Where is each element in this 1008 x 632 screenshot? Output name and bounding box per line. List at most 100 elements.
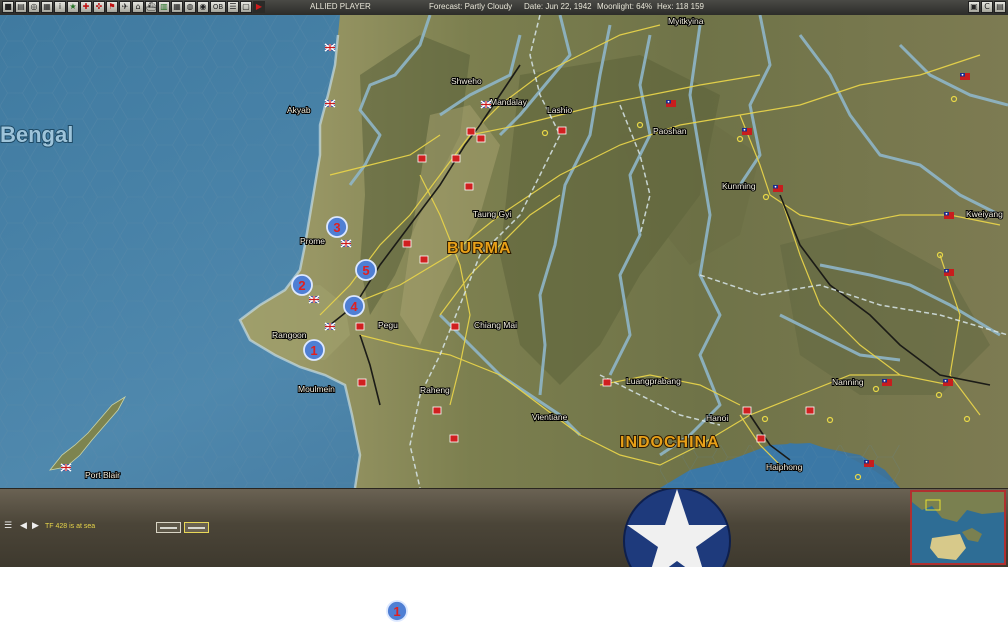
base-marker[interactable] bbox=[450, 322, 460, 331]
map-marker-3[interactable]: 3 bbox=[326, 216, 348, 238]
uk-flag-icon[interactable] bbox=[60, 463, 72, 472]
place-label: Mandalay bbox=[490, 97, 528, 107]
base-marker[interactable] bbox=[476, 134, 486, 143]
base-icon[interactable]: ⌂ bbox=[132, 1, 144, 13]
china-flag-icon[interactable] bbox=[864, 460, 874, 467]
china-flag-icon[interactable] bbox=[882, 379, 892, 386]
region-label-burma: BURMA bbox=[447, 240, 512, 257]
place-label: Nanning bbox=[832, 377, 864, 387]
grid-icon[interactable]: ▦ bbox=[171, 1, 183, 13]
svg-text:4: 4 bbox=[350, 299, 358, 314]
uk-flag-icon[interactable] bbox=[324, 99, 336, 108]
print-icon[interactable]: ▦ bbox=[41, 1, 53, 13]
aircraft-icon[interactable]: ✈ bbox=[119, 1, 131, 13]
place-label: Akyab bbox=[287, 105, 311, 115]
svg-text:1: 1 bbox=[393, 604, 400, 619]
list-icon[interactable]: ☰ bbox=[227, 1, 239, 13]
hex-label: Hex: 118 159 bbox=[657, 2, 704, 11]
place-label: Kunming bbox=[722, 181, 756, 191]
settings-icon[interactable]: ▣ bbox=[968, 1, 980, 13]
china-flag-icon[interactable] bbox=[943, 379, 953, 386]
chart-icon[interactable]: ▥ bbox=[158, 1, 170, 13]
moonlight-label: Moonlight: 64% bbox=[597, 2, 653, 11]
exit-icon[interactable]: ▤ bbox=[994, 1, 1006, 13]
place-label: Port Blair bbox=[85, 470, 120, 480]
base-marker[interactable] bbox=[357, 378, 367, 387]
info-icon[interactable]: i bbox=[54, 1, 66, 13]
base-marker[interactable] bbox=[449, 434, 459, 443]
prev-arrow-icon[interactable]: ◀ bbox=[20, 521, 27, 531]
base-marker[interactable] bbox=[742, 406, 752, 415]
base-marker[interactable] bbox=[419, 255, 429, 264]
minimap[interactable] bbox=[910, 490, 1006, 565]
next-arrow-icon[interactable]: ▶ bbox=[32, 521, 39, 531]
china-flag-icon[interactable] bbox=[742, 128, 752, 135]
place-label: Myitkyina bbox=[668, 16, 704, 26]
player-label: ALLIED PLAYER bbox=[310, 2, 371, 11]
forecast-label: Forecast: Partly Cloudy bbox=[429, 2, 513, 11]
place-label: Paoshan bbox=[653, 126, 687, 136]
base-marker[interactable] bbox=[756, 434, 766, 443]
ship-view-button[interactable] bbox=[156, 522, 181, 533]
svg-text:3: 3 bbox=[333, 220, 340, 235]
map-marker-4[interactable]: 4 bbox=[343, 295, 365, 317]
top-bar: ■ ▤ ◎ ▦ i ★ ✚ ✜ ⚑ ✈ ⌂ ⛴ ▥ ▦ ◍ ◉ OB ☰ ▢ ▶ ALLIED PLAYER Fore… bbox=[0, 0, 1008, 16]
world-icon[interactable]: ◉ bbox=[197, 1, 209, 13]
sea-label: Bengal bbox=[0, 122, 73, 147]
target-icon[interactable]: ✜ bbox=[93, 1, 105, 13]
base-marker[interactable] bbox=[602, 378, 612, 387]
ob-icon[interactable]: OB bbox=[210, 1, 226, 13]
place-label: Taung Gyi bbox=[473, 209, 511, 219]
center-icon[interactable]: C bbox=[981, 1, 993, 13]
ship-view-button-selected[interactable] bbox=[184, 522, 209, 533]
china-flag-icon[interactable] bbox=[666, 100, 676, 107]
globe-icon[interactable]: ◍ bbox=[184, 1, 196, 13]
map-marker-1[interactable]: 1 bbox=[303, 339, 325, 361]
base-marker[interactable] bbox=[402, 239, 412, 248]
ship-icon bbox=[188, 527, 205, 529]
place-label: Chiang Mai bbox=[474, 320, 517, 330]
toggle-panel-icon[interactable]: ☰ bbox=[4, 521, 12, 531]
svg-text:1: 1 bbox=[310, 343, 317, 358]
strategic-map[interactable]: Bengal BURMA INDOCHINA Myitkyina Shweho … bbox=[0, 15, 1008, 488]
place-label: Hanoi bbox=[706, 413, 728, 423]
map-marker-2[interactable]: 2 bbox=[291, 274, 313, 296]
uk-flag-icon[interactable] bbox=[308, 295, 320, 304]
annotation-marker-1: 1 bbox=[386, 600, 410, 629]
base-marker[interactable] bbox=[557, 126, 567, 135]
end-turn-icon[interactable]: ▶ bbox=[253, 1, 265, 13]
map-marker-5[interactable]: 5 bbox=[355, 259, 377, 281]
base-marker[interactable] bbox=[466, 127, 476, 136]
allied-star-roundel bbox=[623, 489, 731, 567]
place-label: Haiphong bbox=[766, 462, 803, 472]
china-flag-icon[interactable] bbox=[944, 269, 954, 276]
place-label: Shweho bbox=[451, 76, 482, 86]
uk-flag-icon[interactable] bbox=[324, 322, 336, 331]
base-marker[interactable] bbox=[805, 406, 815, 415]
intel-icon[interactable]: ◎ bbox=[28, 1, 40, 13]
uk-flag-icon[interactable] bbox=[324, 43, 336, 52]
base-marker[interactable] bbox=[432, 406, 442, 415]
star-icon[interactable]: ★ bbox=[67, 1, 79, 13]
report-icon[interactable]: ▤ bbox=[15, 1, 27, 13]
uk-flag-icon[interactable] bbox=[340, 239, 352, 248]
place-label: Pegu bbox=[378, 320, 398, 330]
place-label: Luangprabang bbox=[626, 376, 681, 386]
medical-icon[interactable]: ✚ bbox=[80, 1, 92, 13]
place-label: Vientiane bbox=[532, 412, 568, 422]
china-flag-icon[interactable] bbox=[944, 212, 954, 219]
date-label: Date: Jun 22, 1942 bbox=[524, 2, 592, 11]
mode-icon[interactable]: ■ bbox=[2, 1, 14, 13]
svg-text:5: 5 bbox=[362, 263, 369, 278]
uk-flag-icon[interactable] bbox=[480, 100, 492, 109]
window-icon[interactable]: ▢ bbox=[240, 1, 252, 13]
base-marker[interactable] bbox=[417, 154, 427, 163]
base-marker[interactable] bbox=[451, 154, 461, 163]
base-marker[interactable] bbox=[355, 322, 365, 331]
base-marker[interactable] bbox=[464, 182, 474, 191]
place-label: Lashio bbox=[547, 105, 572, 115]
ship-icon[interactable]: ⛴ bbox=[145, 1, 157, 13]
flag-icon[interactable]: ⚑ bbox=[106, 1, 118, 13]
china-flag-icon[interactable] bbox=[773, 185, 783, 192]
china-flag-icon[interactable] bbox=[960, 73, 970, 80]
